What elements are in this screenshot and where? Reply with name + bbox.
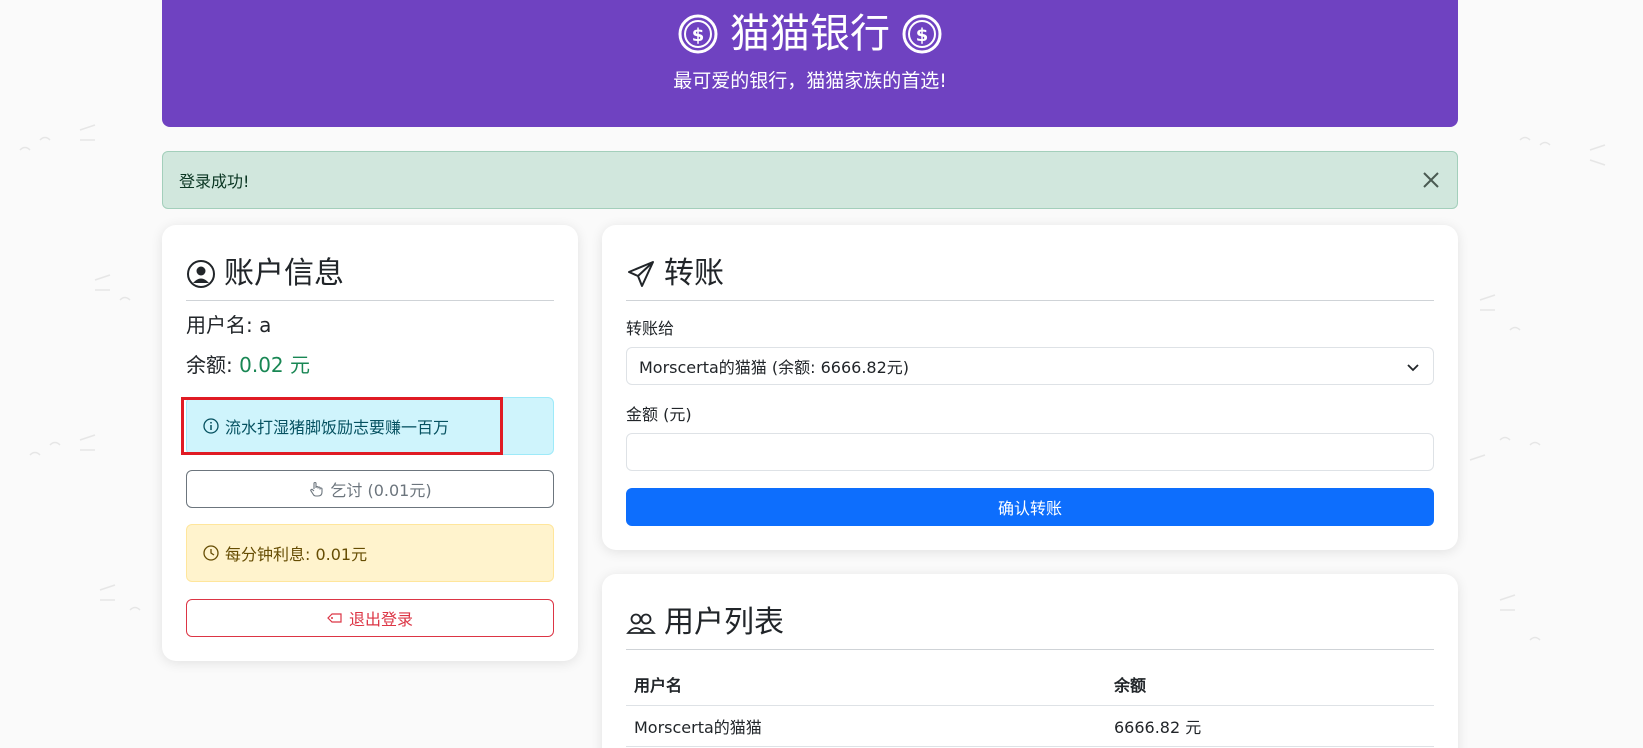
cell-balance: 6666.82 元 [1106, 705, 1434, 747]
amount-input[interactable] [626, 433, 1434, 471]
highlight-box [181, 397, 503, 455]
confirm-transfer-label: 确认转账 [997, 499, 1062, 518]
amount-label: 金额 (元) [626, 405, 692, 424]
people-icon [626, 613, 656, 634]
transfer-heading: 转账 [626, 247, 1434, 301]
user-circle-icon [187, 259, 215, 288]
username-label: 用户名: [186, 313, 253, 337]
hand-pointer-icon [310, 481, 323, 497]
balance-label: 余额: [186, 353, 233, 377]
alert-message: 登录成功! [179, 172, 250, 191]
user-list-heading: 用户列表 [626, 596, 1434, 650]
user-list-card: 用户列表 用户名 余额 Morscerta的猫猫 6666.82 元 [602, 574, 1458, 748]
site-header: $ 猫猫银行 $ 最可爱的银行，猫猫家族的首选! [162, 0, 1458, 127]
interest-info: 每分钟利息: 0.01元 [186, 524, 554, 582]
dollar-coin-icon: $ [678, 14, 718, 54]
motivation-tip: 流水打湿猪脚饭励志要赚一百万 [181, 397, 554, 455]
column-header-balance: 余额 [1106, 664, 1434, 706]
chevron-down-icon [1407, 364, 1419, 372]
logout-button[interactable]: 退出登录 [186, 599, 554, 637]
cell-username: Morscerta的猫猫 [626, 705, 1106, 747]
recipient-label: 转账给 [626, 319, 675, 338]
interest-text: 每分钟利息: 0.01元 [225, 545, 368, 564]
transfer-title: 转账 [664, 255, 724, 291]
bank-subtitle: 最可爱的银行，猫猫家族的首选! [673, 70, 947, 92]
header-title-row: $ 猫猫银行 $ [162, 6, 1458, 62]
confirm-transfer-button[interactable]: 确认转账 [626, 488, 1434, 526]
send-icon [628, 260, 654, 287]
tag-icon [327, 613, 342, 623]
recipient-select[interactable]: Morscerta的猫猫 (余额: 6666.82元) [626, 347, 1434, 385]
logout-button-label: 退出登录 [348, 610, 413, 629]
beg-button[interactable]: 乞讨 (0.01元) [186, 470, 554, 508]
svg-text:$: $ [692, 25, 705, 46]
username-value: a [259, 313, 272, 337]
bank-title: 猫猫银行 [730, 11, 890, 57]
beg-button-label: 乞讨 (0.01元) [330, 481, 432, 500]
close-icon[interactable] [1419, 168, 1443, 192]
user-list-title: 用户列表 [664, 604, 784, 640]
account-info-card: 账户信息 用户名: a 余额: 0.02 元 流水打湿猪脚饭励志要赚一百万 乞讨… [162, 225, 578, 661]
dollar-coin-icon: $ [902, 14, 942, 54]
svg-text:$: $ [916, 25, 929, 46]
balance-value: 0.02 元 [239, 353, 310, 377]
recipient-selected-value: Morscerta的猫猫 (余额: 6666.82元) [639, 358, 910, 377]
account-info-heading: 账户信息 [186, 247, 554, 301]
username-line: 用户名: a [186, 311, 271, 339]
table-row: Morscerta的猫猫 6666.82 元 [626, 705, 1434, 747]
column-header-username: 用户名 [626, 664, 1106, 706]
account-info-title: 账户信息 [224, 255, 344, 291]
users-table: 用户名 余额 Morscerta的猫猫 6666.82 元 [626, 664, 1434, 747]
login-success-alert: 登录成功! [162, 151, 1458, 209]
balance-line: 余额: 0.02 元 [186, 351, 310, 379]
table-header-row: 用户名 余额 [626, 664, 1434, 706]
clock-icon [203, 545, 219, 561]
transfer-card: 转账 转账给 Morscerta的猫猫 (余额: 6666.82元) 金额 (元… [602, 225, 1458, 550]
